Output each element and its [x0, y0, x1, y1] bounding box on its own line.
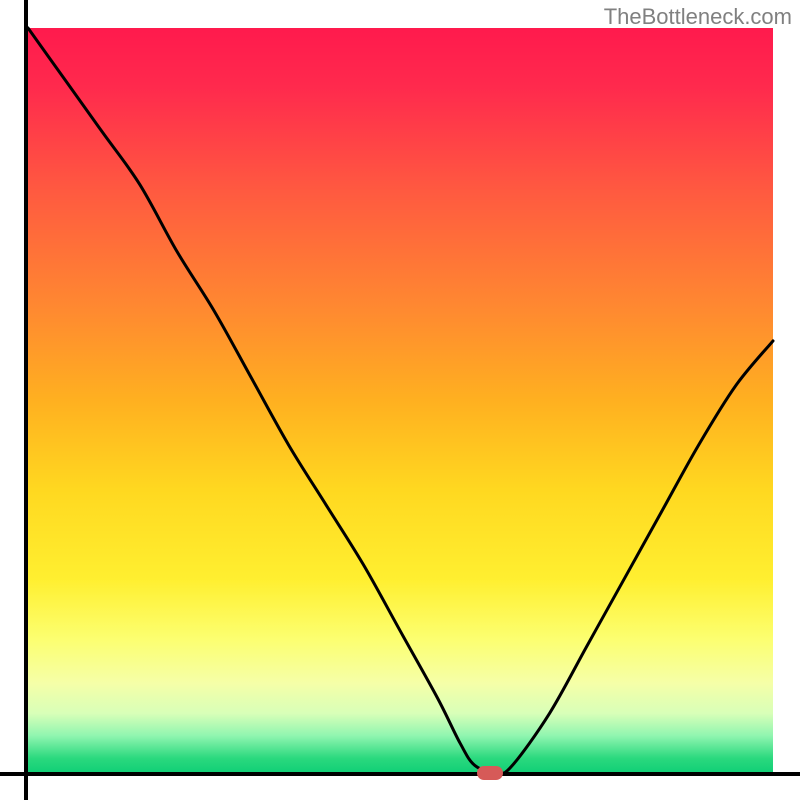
optimal-point-marker	[477, 766, 503, 780]
bottleneck-curve	[28, 28, 773, 773]
chart-container: TheBottleneck.com	[0, 0, 800, 800]
chart-svg	[0, 0, 800, 800]
